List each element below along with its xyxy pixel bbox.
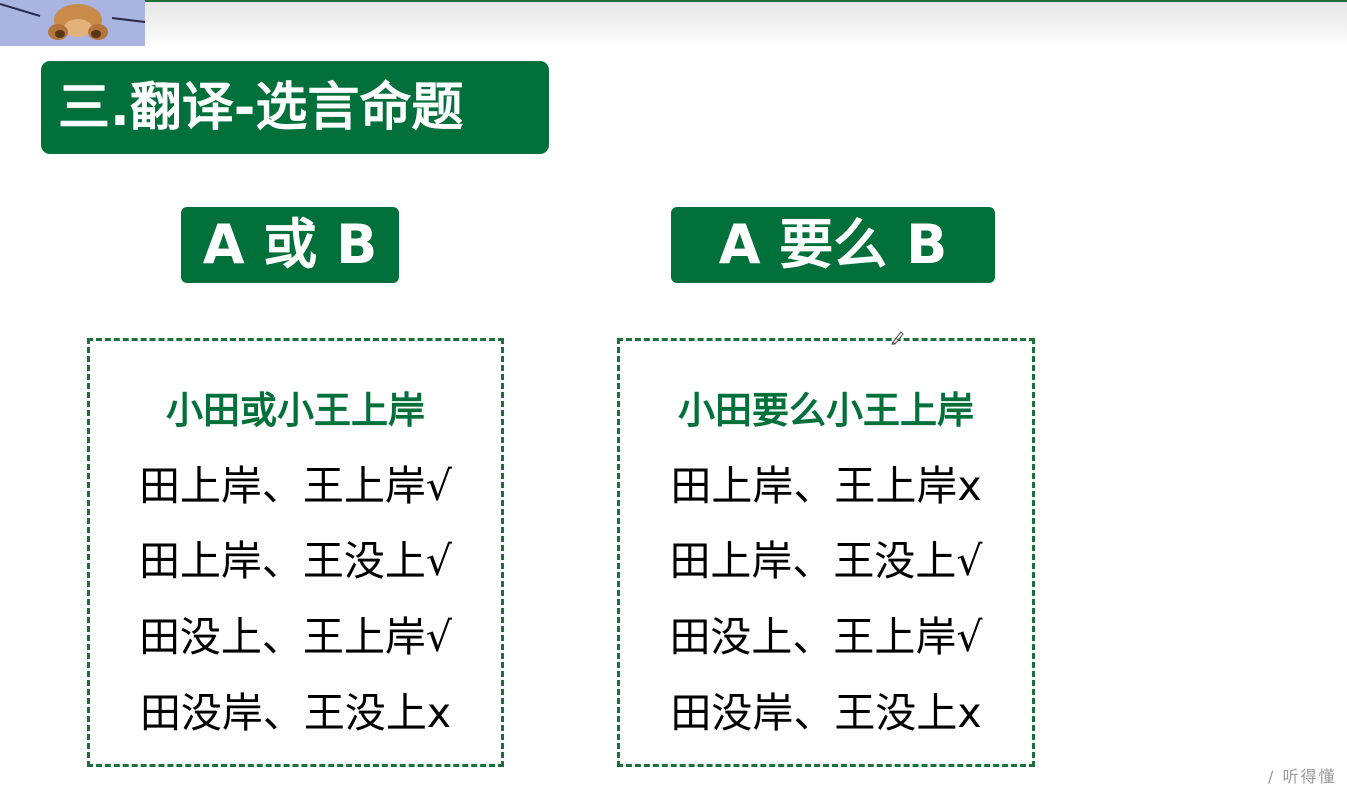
panel-heading: 小田要么小王上岸 xyxy=(678,389,974,432)
panel-either-or-example: 小田要么小王上岸 田上岸、王上岸x 田上岸、王没上√ 田没上、王上岸√ 田没岸、… xyxy=(617,338,1035,767)
label-or: A 或 B xyxy=(202,213,378,276)
label-or-box: A 或 B xyxy=(181,207,399,283)
truth-row: 田上岸、王没上√ xyxy=(669,537,983,585)
truth-row: 田上岸、王没上√ xyxy=(138,537,453,585)
top-divider-line xyxy=(0,0,1347,2)
label-either-or-box: A 要么 B xyxy=(671,207,995,283)
slide-page: 三.翻译-选言命题 A 或 B A 要么 B 小田或小王上岸 田上岸、王上岸√ … xyxy=(0,0,1347,789)
truth-row: 田上岸、王上岸√ xyxy=(138,462,453,510)
pen-cursor-icon xyxy=(890,329,906,345)
truth-row: 田上岸、王上岸x xyxy=(670,462,982,510)
panel-or-example: 小田或小王上岸 田上岸、王上岸√ 田上岸、王没上√ 田没上、王上岸√ 田没岸、王… xyxy=(87,338,504,767)
bear-mascot-icon xyxy=(0,0,145,46)
panel-heading: 小田或小王上岸 xyxy=(166,389,425,432)
truth-row: 田没岸、王没上x xyxy=(139,689,452,737)
truth-row: 田没上、王上岸√ xyxy=(669,613,983,661)
truth-row: 田没岸、王没上x xyxy=(670,689,982,737)
watermark: / 听得懂 xyxy=(1268,767,1337,786)
label-either-or: A 要么 B xyxy=(718,213,948,276)
section-title-box: 三.翻译-选言命题 xyxy=(41,61,549,154)
top-bar xyxy=(0,0,1347,48)
section-title: 三.翻译-选言命题 xyxy=(58,77,464,138)
truth-row: 田没上、王上岸√ xyxy=(138,613,453,661)
